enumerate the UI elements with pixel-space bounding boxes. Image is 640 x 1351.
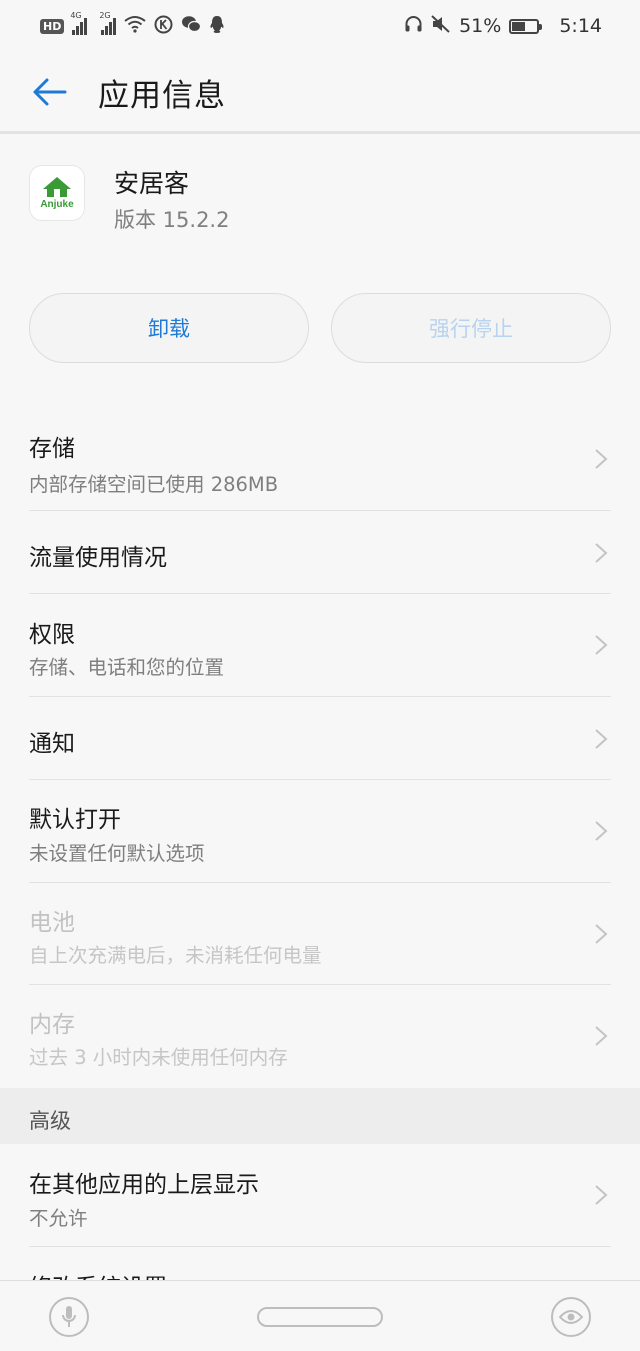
storage-subtitle: 内部存储空间已使用 286MB [29,473,279,496]
status-bar: HD 4G 2G 51% 5:14 [0,0,640,52]
muted-speaker-icon [431,15,451,37]
signal-sim1-icon: 4G [70,11,88,35]
hd-badge: HD [40,18,65,34]
navigation-bar [0,1280,640,1351]
chevron-right-icon [595,821,608,841]
page-title: 应用信息 [98,77,226,114]
data-usage-item[interactable]: 流量使用情况 [0,511,640,594]
voice-assistant-button[interactable] [49,1297,89,1337]
app-summary: Anjuke 安居客 版本 15.2.2 [0,150,640,250]
battery-icon [509,18,543,34]
chevron-right-icon [595,729,608,749]
back-button[interactable] [22,65,76,119]
chevron-right-icon [595,1026,608,1046]
status-right: 51% 5:14 [404,15,602,37]
chevron-right-icon [595,1185,608,1205]
advanced-list: 在其他应用的上层显示 不允许 修改系统设置 [0,1144,640,1287]
home-button[interactable] [257,1307,383,1327]
display-over-other-apps-subtitle: 不允许 [29,1207,88,1230]
app-info-screen: HD 4G 2G 51% 5:14 应用信息 Anjuke 安居客 版本 15.… [0,0,640,1351]
advanced-section-label: 高级 [29,1109,71,1133]
open-by-default-item[interactable]: 默认打开 未设置任何默认选项 [0,780,640,883]
battery-level-fill [512,21,525,31]
header-divider [0,131,640,134]
signal-sim2-icon: 2G [99,11,117,35]
notifications-title: 通知 [29,731,75,757]
battery-title: 电池 [29,910,75,936]
clock: 5:14 [559,15,602,37]
permissions-item[interactable]: 权限 存储、电话和您的位置 [0,594,640,697]
memory-subtitle: 过去 3 小时内未使用任何内存 [29,1046,288,1069]
chevron-right-icon [595,635,608,655]
battery-percent: 51% [459,15,502,37]
memory-item: 内存 过去 3 小时内未使用任何内存 [0,985,640,1088]
chevron-right-icon [595,449,608,469]
advanced-section-header: 高级 [0,1088,640,1144]
memory-title: 内存 [29,1012,75,1038]
app-name: 安居客 [114,169,190,198]
open-by-default-subtitle: 未设置任何默认选项 [29,842,205,865]
chevron-right-icon [595,543,608,563]
storage-item[interactable]: 存储 内部存储空间已使用 286MB [0,408,640,511]
house-icon [43,177,71,197]
app-icon: Anjuke [30,166,84,220]
notifications-item[interactable]: 通知 [0,697,640,780]
headphones-icon [404,15,423,37]
settings-list: 存储 内部存储空间已使用 286MB 流量使用情况 权限 存储、电话和您的位置 … [0,408,640,1088]
microphone-icon [62,1306,76,1327]
data-usage-title: 流量使用情况 [29,545,167,571]
app-bar: 应用信息 [0,52,640,132]
permissions-subtitle: 存储、电话和您的位置 [29,656,225,679]
status-left: HD 4G 2G [40,11,225,38]
eye-comfort-button[interactable] [551,1297,591,1337]
network-type-sim2: 2G [99,11,111,20]
back-arrow-icon [33,78,67,106]
open-by-default-title: 默认打开 [29,807,121,833]
display-over-other-apps-title: 在其他应用的上层显示 [29,1172,259,1198]
eye-icon [559,1310,583,1324]
force-stop-button: 强行停止 [331,293,611,363]
k-app-notification-icon [154,15,173,38]
battery-item: 电池 自上次充满电后，未消耗任何电量 [0,883,640,985]
qq-icon [209,15,225,38]
wifi-icon [124,15,146,37]
wechat-icon [181,15,202,37]
app-icon-label: Anjuke [40,199,74,210]
chevron-right-icon [595,924,608,944]
display-over-other-apps-item[interactable]: 在其他应用的上层显示 不允许 [0,1144,640,1247]
storage-title: 存储 [29,436,75,462]
battery-subtitle: 自上次充满电后，未消耗任何电量 [29,944,322,967]
permissions-title: 权限 [29,622,75,648]
app-version: 版本 15.2.2 [114,208,230,232]
network-type-sim1: 4G [70,11,82,20]
uninstall-button[interactable]: 卸载 [29,293,309,363]
